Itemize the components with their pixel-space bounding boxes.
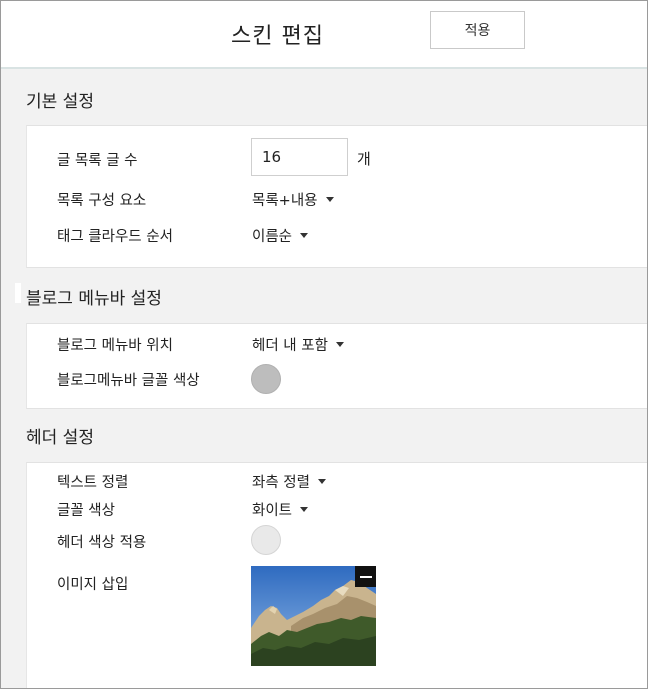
header-color-label: 헤더 색상 적용 <box>57 535 147 551</box>
font-color-value: 화이트 <box>252 503 293 519</box>
menubar-font-color-swatch[interactable] <box>251 364 281 394</box>
tag-cloud-order-value: 이름순 <box>252 229 293 245</box>
list-composition-value: 목록+내용 <box>252 193 318 209</box>
text-align-label: 텍스트 정렬 <box>57 475 129 491</box>
menubar-font-color-label: 블로그메뉴바 글꼴 색상 <box>57 373 200 389</box>
section-title-menubar: 블로그 메뉴바 설정 <box>26 289 162 309</box>
section-marker <box>15 283 21 303</box>
chevron-down-icon <box>335 342 344 347</box>
post-count-label: 글 목록 글 수 <box>57 153 138 169</box>
chevron-down-icon <box>317 479 326 484</box>
section-title-header: 헤더 설정 <box>26 428 94 448</box>
tag-cloud-order-label: 태그 클라우드 순서 <box>57 229 173 245</box>
text-align-dropdown[interactable]: 좌측 정렬 <box>252 471 326 492</box>
apply-button[interactable]: 적용 <box>430 11 525 49</box>
remove-image-button[interactable] <box>355 566 376 587</box>
list-composition-dropdown[interactable]: 목록+내용 <box>252 189 334 210</box>
minus-icon <box>359 575 372 578</box>
skin-editor-panel: 스킨 편집 적용 기본 설정 글 목록 글 수 개 목록 구성 요소 목록+내용… <box>0 0 648 689</box>
chevron-down-icon <box>325 197 334 202</box>
menubar-position-dropdown[interactable]: 헤더 내 포함 <box>252 334 344 355</box>
menubar-position-label: 블로그 메뉴바 위치 <box>57 338 173 354</box>
font-color-label: 글꼴 색상 <box>57 503 115 519</box>
post-count-input[interactable] <box>251 138 348 176</box>
menubar-position-value: 헤더 내 포함 <box>252 338 328 354</box>
header-color-swatch[interactable] <box>251 525 281 555</box>
section-title-basic: 기본 설정 <box>26 92 94 112</box>
list-composition-label: 목록 구성 요소 <box>57 193 147 209</box>
editor-header: 스킨 편집 적용 <box>1 1 647 69</box>
font-color-dropdown[interactable]: 화이트 <box>252 499 309 520</box>
chevron-down-icon <box>300 233 309 238</box>
tag-cloud-order-dropdown[interactable]: 이름순 <box>252 225 309 246</box>
text-align-value: 좌측 정렬 <box>252 475 310 491</box>
post-count-unit: 개 <box>357 150 371 168</box>
image-insert-label: 이미지 삽입 <box>57 577 129 593</box>
chevron-down-icon <box>300 507 309 512</box>
page-title: 스킨 편집 <box>231 24 324 49</box>
